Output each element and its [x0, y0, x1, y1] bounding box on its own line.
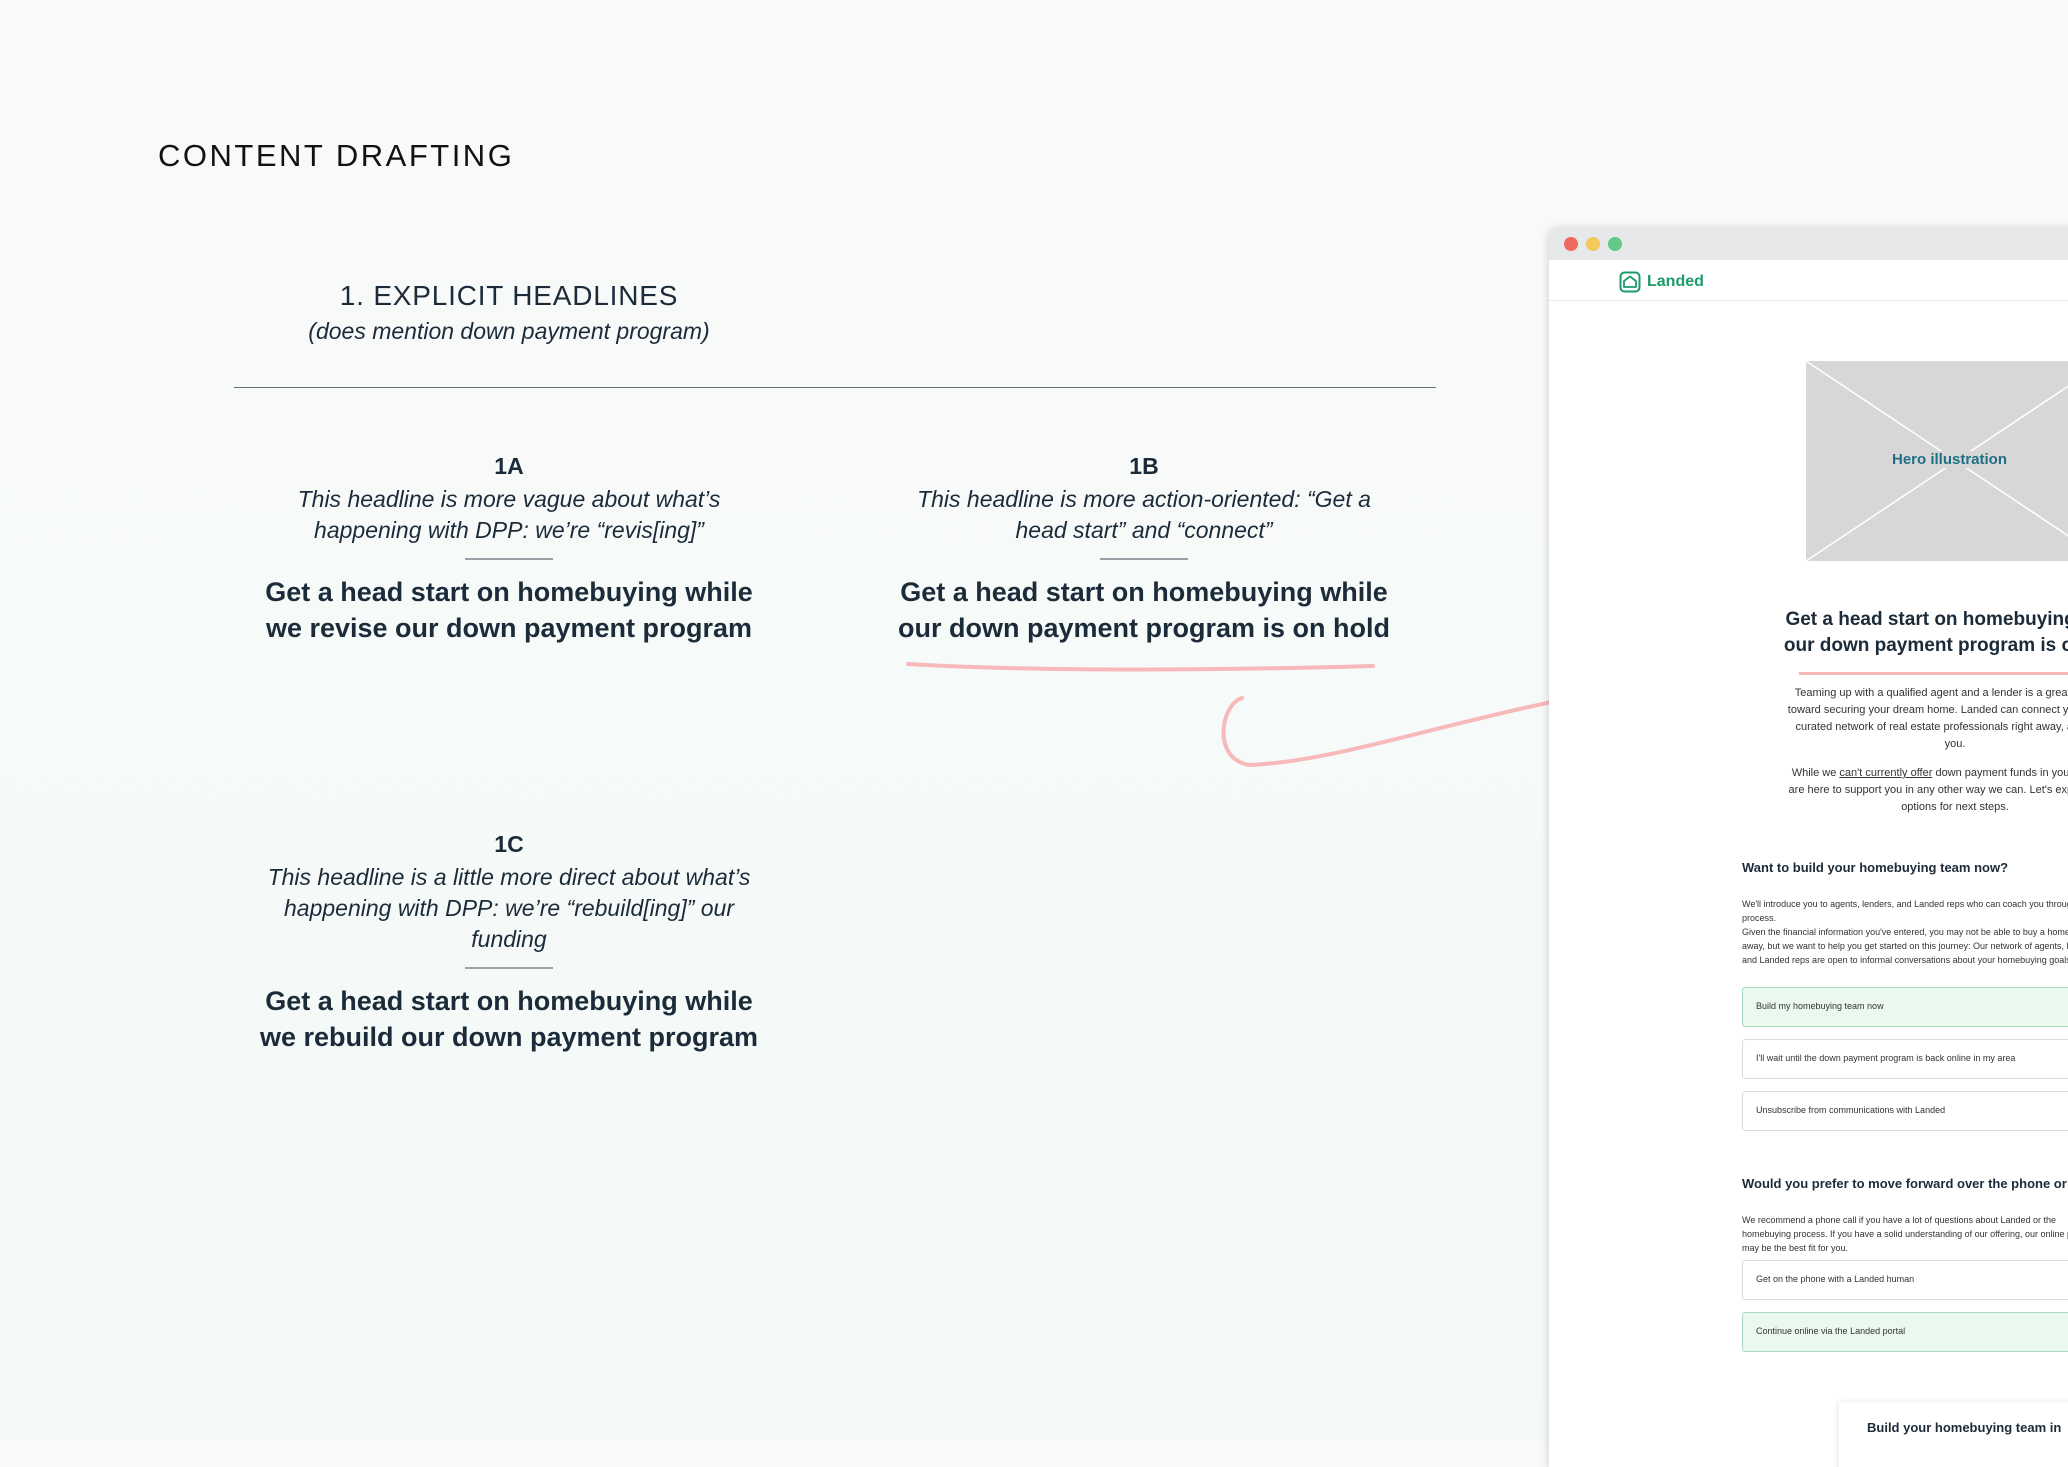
body-text-before: While we: [1791, 767, 1840, 779]
section-title: 1. EXPLICIT HEADLINES (does mention down…: [237, 280, 781, 345]
option-label: 1B: [1129, 453, 1159, 479]
option-divider: [1100, 558, 1188, 560]
section-subtitle: (does mention down payment program): [308, 318, 710, 344]
card-title: Build your homebuying team in: [1867, 1420, 2062, 1435]
online-portal-button[interactable]: Continue online via the Landed portal: [1742, 1312, 2068, 1352]
browser-mockup: Landed Hero illustration Get a head star…: [1549, 227, 2068, 1467]
option-note: This headline is more action-oriented: “…: [917, 486, 1371, 543]
maximize-window-icon[interactable]: [1608, 237, 1622, 251]
build-team-now-button[interactable]: Build my homebuying team now: [1742, 987, 2068, 1027]
build-team-card: Build your homebuying team in: [1839, 1402, 2068, 1467]
section-heading: 1. EXPLICIT HEADLINES: [339, 280, 679, 311]
minimize-window-icon[interactable]: [1586, 237, 1600, 251]
landed-logo[interactable]: Landed: [1619, 271, 1704, 293]
option-1c: 1C This headline is a little more direct…: [259, 831, 759, 1055]
option-note: This headline is a little more direct ab…: [267, 864, 751, 952]
option-headline: Get a head start on homebuying while we …: [259, 986, 759, 1052]
close-window-icon[interactable]: [1564, 237, 1578, 251]
house-icon: [1619, 271, 1641, 293]
wait-for-program-button[interactable]: I'll wait until the down payment program…: [1742, 1039, 2068, 1079]
hero-placeholder: Hero illustration: [1806, 361, 2068, 561]
option-divider: [465, 558, 553, 560]
brand-name: Landed: [1647, 273, 1704, 290]
option-label: 1A: [494, 453, 524, 479]
browser-titlebar: [1549, 227, 2068, 260]
mockup-navbar: Landed: [1549, 260, 2068, 301]
mockup-body-2: While we can't currently offer down paym…: [1785, 765, 2068, 816]
option-note: This headline is more vague about what’s…: [297, 486, 721, 543]
cant-offer-link[interactable]: can't currently offer: [1839, 767, 1932, 779]
option-headline: Get a head start on homebuying while our…: [897, 577, 1390, 643]
option-divider: [465, 967, 553, 969]
team-heading: Want to build your homebuying team now?: [1742, 860, 2009, 875]
team-text-1: We'll introduce you to agents, lenders, …: [1742, 899, 2068, 923]
annotation-underline: [906, 662, 1375, 672]
hero-label: Hero illustration: [1890, 451, 2010, 468]
option-1a: 1A This headline is more vague about wha…: [259, 453, 759, 646]
unsubscribe-button[interactable]: Unsubscribe from communications with Lan…: [1742, 1091, 2068, 1131]
phone-heading: Would you prefer to move forward over th…: [1742, 1176, 2068, 1191]
option-label: 1C: [494, 831, 524, 857]
phone-text: We recommend a phone call if you have a …: [1742, 1215, 2068, 1253]
section-divider: [234, 387, 1436, 388]
option-1b: 1B This headline is more action-oriented…: [894, 453, 1394, 646]
mockup-headline: Get a head start on homebuying while our…: [1783, 609, 2068, 656]
phone-option-button[interactable]: Get on the phone with a Landed human: [1742, 1260, 2068, 1300]
mockup-headline-underline: [1799, 672, 2068, 675]
mockup-body-1: Teaming up with a qualified agent and a …: [1787, 687, 2068, 750]
page-heading: CONTENT DRAFTING: [158, 138, 515, 173]
option-headline: Get a head start on homebuying while we …: [265, 577, 753, 643]
team-text-2: Given the financial information you've e…: [1742, 927, 2068, 965]
